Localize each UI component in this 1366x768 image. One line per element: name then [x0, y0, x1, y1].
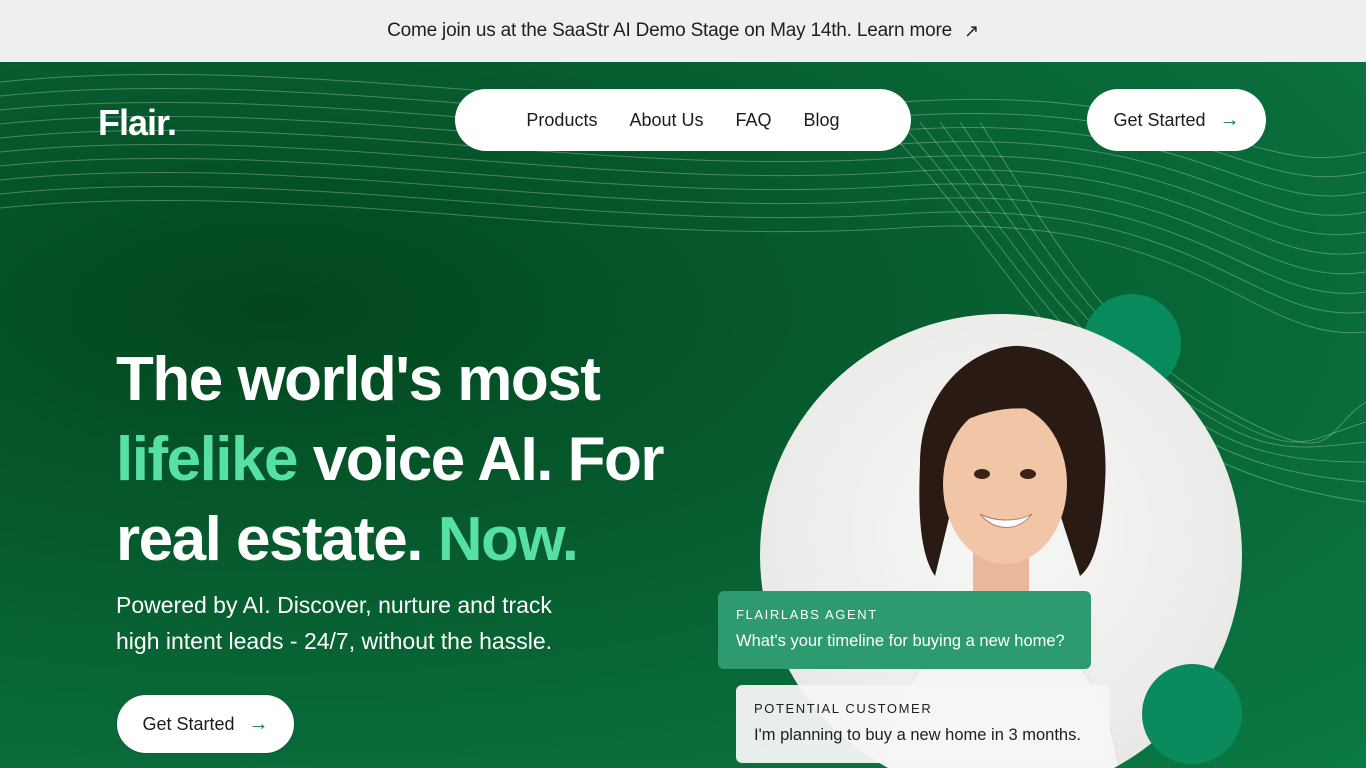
agent-label: FLAIRLABS AGENT	[736, 607, 878, 622]
decorative-circle	[1142, 664, 1242, 764]
customer-message: I'm planning to buy a new home in 3 mont…	[754, 726, 1081, 744]
headline-accent-now: Now.	[437, 505, 579, 574]
headline-line-1: The world's most	[116, 345, 601, 414]
nav-item-blog[interactable]: Blog	[804, 110, 840, 131]
arrow-right-icon: →	[248, 712, 269, 735]
agent-chat-bubble: FLAIRLABS AGENT What's your timeline for…	[718, 591, 1091, 669]
agent-message: What's your timeline for buying a new ho…	[736, 632, 1065, 650]
headline-line-2: voice AI. For	[297, 425, 665, 494]
headline-accent-lifelike: lifelike	[116, 425, 299, 494]
nav-item-about-us[interactable]: About Us	[629, 110, 703, 131]
nav-item-faq[interactable]: FAQ	[736, 110, 772, 131]
main-nav: Products About Us FAQ Blog	[455, 89, 911, 151]
arrow-up-right-icon[interactable]: ↗	[964, 21, 979, 42]
flair-logo[interactable]: Flair.	[98, 102, 177, 144]
hero-get-started-label: Get Started	[142, 713, 235, 734]
nav-item-products[interactable]: Products	[526, 110, 597, 131]
hero-subtext-line-1: Powered by AI. Discover, nurture and tra…	[116, 592, 552, 618]
hero-get-started-button[interactable]: Get Started →	[116, 694, 295, 754]
hero-section: Flair. Products About Us FAQ Blog Get St…	[0, 62, 1366, 768]
announcement-bar[interactable]: Come join us at the SaaStr AI Demo Stage…	[0, 0, 1366, 62]
arrow-right-icon: →	[1219, 108, 1240, 131]
headline-line-3: real estate.	[116, 505, 438, 574]
hero-subtext: Powered by AI. Discover, nurture and tra…	[116, 587, 636, 659]
customer-label: POTENTIAL CUSTOMER	[754, 701, 933, 716]
announcement-text[interactable]: Come join us at the SaaStr AI Demo Stage…	[387, 20, 952, 42]
hero-headline: The world's most lifelike voice AI. For …	[116, 340, 736, 580]
hero-subtext-line-2: high intent leads - 24/7, without the ha…	[116, 628, 553, 654]
header-get-started-button[interactable]: Get Started →	[1087, 89, 1266, 151]
header-get-started-label: Get Started	[1113, 109, 1206, 130]
customer-chat-bubble: POTENTIAL CUSTOMER I'm planning to buy a…	[736, 685, 1110, 763]
